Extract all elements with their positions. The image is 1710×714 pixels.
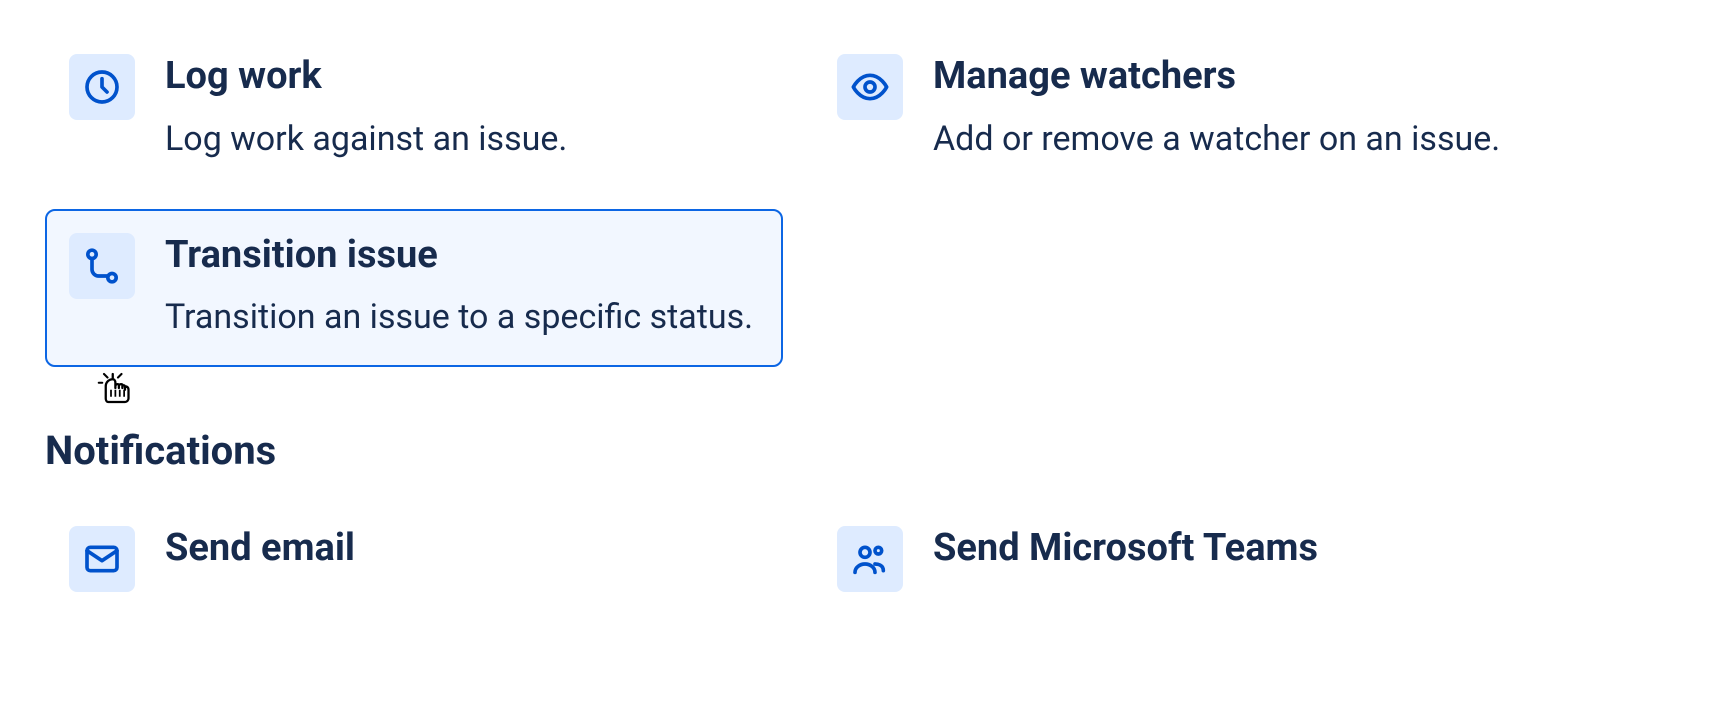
card-description: Add or remove a watcher on an issue. [933,114,1527,165]
clock-icon [69,54,135,120]
action-card-send-email[interactable]: Send email [45,502,783,616]
card-content: Send Microsoft Teams [933,526,1527,586]
email-icon [69,526,135,592]
card-title: Log work [165,54,759,100]
teams-icon [837,526,903,592]
card-content: Send email [165,526,759,586]
card-title: Send email [165,526,759,572]
cursor-pointer-icon [97,372,139,422]
action-card-manage-watchers[interactable]: Manage watchers Add or remove a watcher … [813,30,1551,189]
card-content: Log work Log work against an issue. [165,54,759,165]
card-content: Transition issue Transition an issue to … [165,233,759,344]
card-title: Transition issue [165,233,759,279]
section-heading-notifications: Notifications [45,427,1665,474]
eye-icon [837,54,903,120]
card-description: Log work against an issue. [165,114,759,165]
action-card-send-teams[interactable]: Send Microsoft Teams [813,502,1551,616]
action-card-log-work[interactable]: Log work Log work against an issue. [45,30,783,189]
action-card-transition-issue[interactable]: Transition issue Transition an issue to … [45,209,783,368]
transition-icon [69,233,135,299]
card-content: Manage watchers Add or remove a watcher … [933,54,1527,165]
card-title: Manage watchers [933,54,1527,100]
card-description: Transition an issue to a specific status… [165,292,759,343]
card-title: Send Microsoft Teams [933,526,1527,572]
